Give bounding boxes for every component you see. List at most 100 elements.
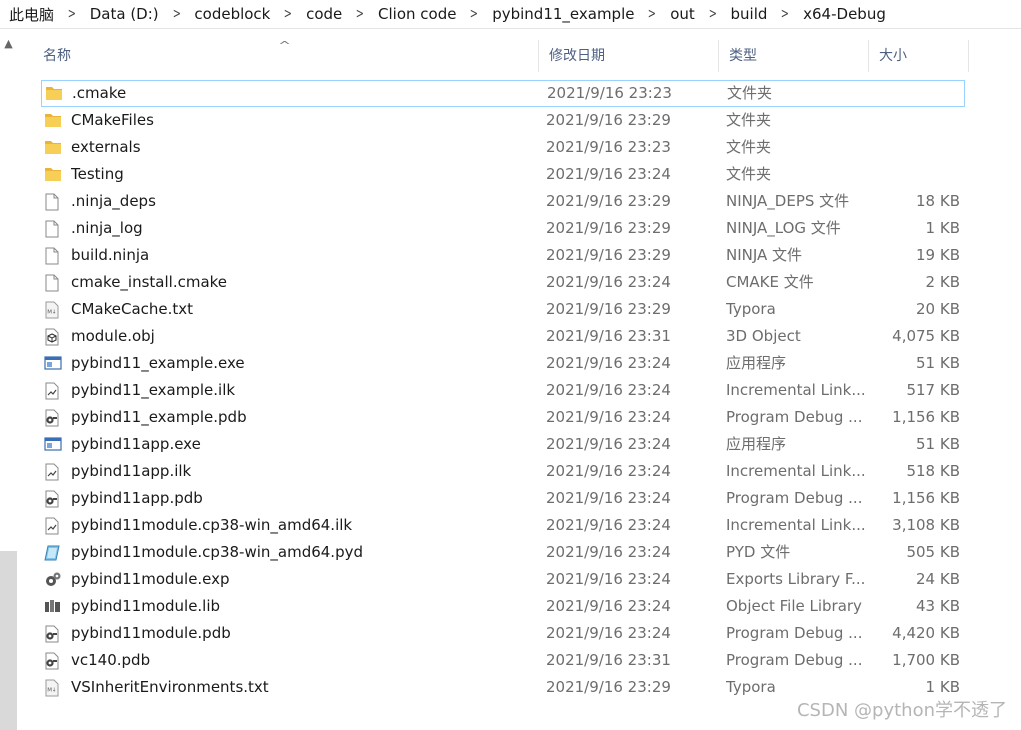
file-row[interactable]: .ninja_log 2021/9/16 23:29 NINJA_LOG 文件 1 K…	[41, 215, 965, 242]
file-modified-date: 2021/9/16 23:29	[546, 219, 671, 237]
file-modified-date: 2021/9/16 23:31	[546, 651, 671, 669]
chevron-right-icon[interactable]: >	[350, 6, 371, 22]
file-row[interactable]: CMakeFiles 2021/9/16 23:29 文件夹	[41, 107, 965, 134]
file-row[interactable]: build.ninja 2021/9/16 23:29 NINJA 文件 19 KB	[41, 242, 965, 269]
folder-icon	[44, 161, 66, 188]
linker-file-icon	[44, 458, 66, 485]
file-modified-date: 2021/9/16 23:29	[546, 111, 671, 129]
file-name: pybind11module.pdb	[71, 624, 231, 642]
file-row[interactable]: vc140.pdb 2021/9/16 23:31 Program Debug ..…	[41, 647, 965, 674]
file-type: Incremental Link...	[726, 462, 866, 480]
file-row[interactable]: .cmake 2021/9/16 23:23 文件夹	[41, 80, 965, 107]
application-icon	[44, 431, 66, 458]
column-header-type[interactable]: 类型	[719, 40, 869, 72]
chevron-right-icon[interactable]: >	[61, 6, 82, 22]
breadcrumb-item[interactable]: out	[667, 5, 698, 23]
file-row[interactable]: pybind11module.pdb 2021/9/16 23:24 Program…	[41, 620, 965, 647]
file-row[interactable]: module.obj 2021/9/16 23:31 3D Object 4,075 …	[41, 323, 965, 350]
file-size: 4,420 KB	[892, 624, 960, 642]
application-icon	[44, 350, 66, 377]
chevron-right-icon[interactable]: >	[702, 6, 723, 22]
file-row[interactable]: M↓ CMakeCache.txt 2021/9/16 23:29 Typora 20 …	[41, 296, 965, 323]
file-type: 文件夹	[726, 111, 772, 129]
breadcrumb-item[interactable]: code	[303, 5, 345, 23]
file-modified-date: 2021/9/16 23:31	[546, 327, 671, 345]
file-row[interactable]: pybind11app.exe 2021/9/16 23:24 应用程序 51 KB	[41, 431, 965, 458]
file-row[interactable]: .ninja_deps 2021/9/16 23:29 NINJA_DEPS 文件 1…	[41, 188, 965, 215]
breadcrumb-item[interactable]: codeblock	[191, 5, 273, 23]
file-modified-date: 2021/9/16 23:24	[546, 273, 671, 291]
file-row[interactable]: pybind11_example.ilk 2021/9/16 23:24 Incre…	[41, 377, 965, 404]
file-size: 1,700 KB	[892, 651, 960, 669]
file-size: 43 KB	[916, 597, 960, 615]
exports-library-icon	[44, 566, 66, 593]
column-header-size-label: 大小	[879, 48, 907, 64]
breadcrumb: 此电脑 > Data (D:) > codeblock > code > Clion code >…	[6, 4, 889, 25]
file-type: NINJA_LOG 文件	[726, 219, 841, 237]
column-header-date[interactable]: 修改日期	[539, 40, 719, 72]
chevron-right-icon[interactable]: >	[464, 6, 485, 22]
file-type: NINJA_DEPS 文件	[726, 192, 850, 210]
file-type: Incremental Link...	[726, 516, 866, 534]
file-name: module.obj	[71, 327, 155, 345]
address-bar[interactable]: 此电脑 > Data (D:) > codeblock > code > Clion code >…	[0, 0, 1021, 29]
3d-object-icon	[44, 323, 66, 350]
file-row[interactable]: pybind11module.cp38-win_amd64.ilk 2021/9/…	[41, 512, 965, 539]
file-modified-date: 2021/9/16 23:29	[546, 192, 671, 210]
file-name: build.ninja	[71, 246, 150, 264]
breadcrumb-item[interactable]: x64-Debug	[800, 5, 889, 23]
file-type: Typora	[726, 300, 776, 318]
sort-ascending-icon: ^	[278, 39, 292, 52]
file-modified-date: 2021/9/16 23:29	[546, 678, 671, 696]
file-list: .cmake 2021/9/16 23:23 文件夹 CMakeFiles 2021/9…	[41, 80, 965, 701]
file-row[interactable]: Testing 2021/9/16 23:24 文件夹	[41, 161, 965, 188]
breadcrumb-item[interactable]: build	[728, 5, 771, 23]
breadcrumb-item[interactable]: 此电脑	[6, 4, 57, 25]
file-modified-date: 2021/9/16 23:24	[546, 354, 671, 372]
chevron-right-icon[interactable]: >	[278, 6, 299, 22]
file-modified-date: 2021/9/16 23:24	[546, 597, 671, 615]
chevron-right-icon[interactable]: >	[166, 6, 187, 22]
folder-icon	[44, 134, 66, 161]
file-type: 3D Object	[726, 327, 801, 345]
file-type: NINJA 文件	[726, 246, 803, 264]
chevron-right-icon[interactable]: >	[642, 6, 663, 22]
file-type: Program Debug ...	[726, 489, 863, 507]
file-modified-date: 2021/9/16 23:24	[546, 435, 671, 453]
object-library-icon	[44, 593, 66, 620]
file-type: Object File Library	[726, 597, 862, 615]
file-name: cmake_install.cmake	[71, 273, 228, 291]
file-row[interactable]: pybind11_example.exe 2021/9/16 23:24 应用程序 5…	[41, 350, 965, 377]
file-size: 2 KB	[925, 273, 960, 291]
file-row[interactable]: externals 2021/9/16 23:23 文件夹	[41, 134, 965, 161]
pyd-file-icon	[44, 539, 66, 566]
chevron-right-icon[interactable]: >	[775, 6, 796, 22]
column-header-size[interactable]: 大小	[869, 40, 969, 72]
file-row[interactable]: cmake_install.cmake 2021/9/16 23:24 CMAKE …	[41, 269, 965, 296]
navigation-pane-scrollbar[interactable]: ▲	[0, 33, 17, 730]
file-row[interactable]: pybind11module.cp38-win_amd64.pyd 2021/9/…	[41, 539, 965, 566]
file-modified-date: 2021/9/16 23:24	[546, 543, 671, 561]
file-modified-date: 2021/9/16 23:24	[546, 408, 671, 426]
file-modified-date: 2021/9/16 23:24	[546, 381, 671, 399]
file-size: 1 KB	[925, 219, 960, 237]
linker-file-icon	[44, 377, 66, 404]
file-name: Testing	[71, 165, 124, 183]
file-row[interactable]: pybind11app.pdb 2021/9/16 23:24 Program De…	[41, 485, 965, 512]
file-type: PYD 文件	[726, 543, 791, 561]
breadcrumb-item[interactable]: pybind11_example	[489, 5, 637, 23]
file-modified-date: 2021/9/16 23:24	[546, 624, 671, 642]
file-row[interactable]: pybind11_example.pdb 2021/9/16 23:24 Progr…	[41, 404, 965, 431]
file-modified-date: 2021/9/16 23:29	[546, 246, 671, 264]
file-name: CMakeFiles	[71, 111, 154, 129]
column-header-name[interactable]: 名称 ^	[33, 39, 539, 72]
breadcrumb-item[interactable]: Data (D:)	[87, 5, 162, 23]
file-name: pybind11module.exp	[71, 570, 230, 588]
scrollbar-thumb[interactable]	[0, 551, 17, 730]
scroll-up-arrow-icon[interactable]: ▲	[2, 37, 15, 50]
file-row[interactable]: pybind11module.exp 2021/9/16 23:24 Exports…	[41, 566, 965, 593]
file-icon	[44, 188, 66, 215]
breadcrumb-item[interactable]: Clion code	[375, 5, 459, 23]
file-row[interactable]: pybind11app.ilk 2021/9/16 23:24 Incrementa…	[41, 458, 965, 485]
file-row[interactable]: pybind11module.lib 2021/9/16 23:24 Object …	[41, 593, 965, 620]
